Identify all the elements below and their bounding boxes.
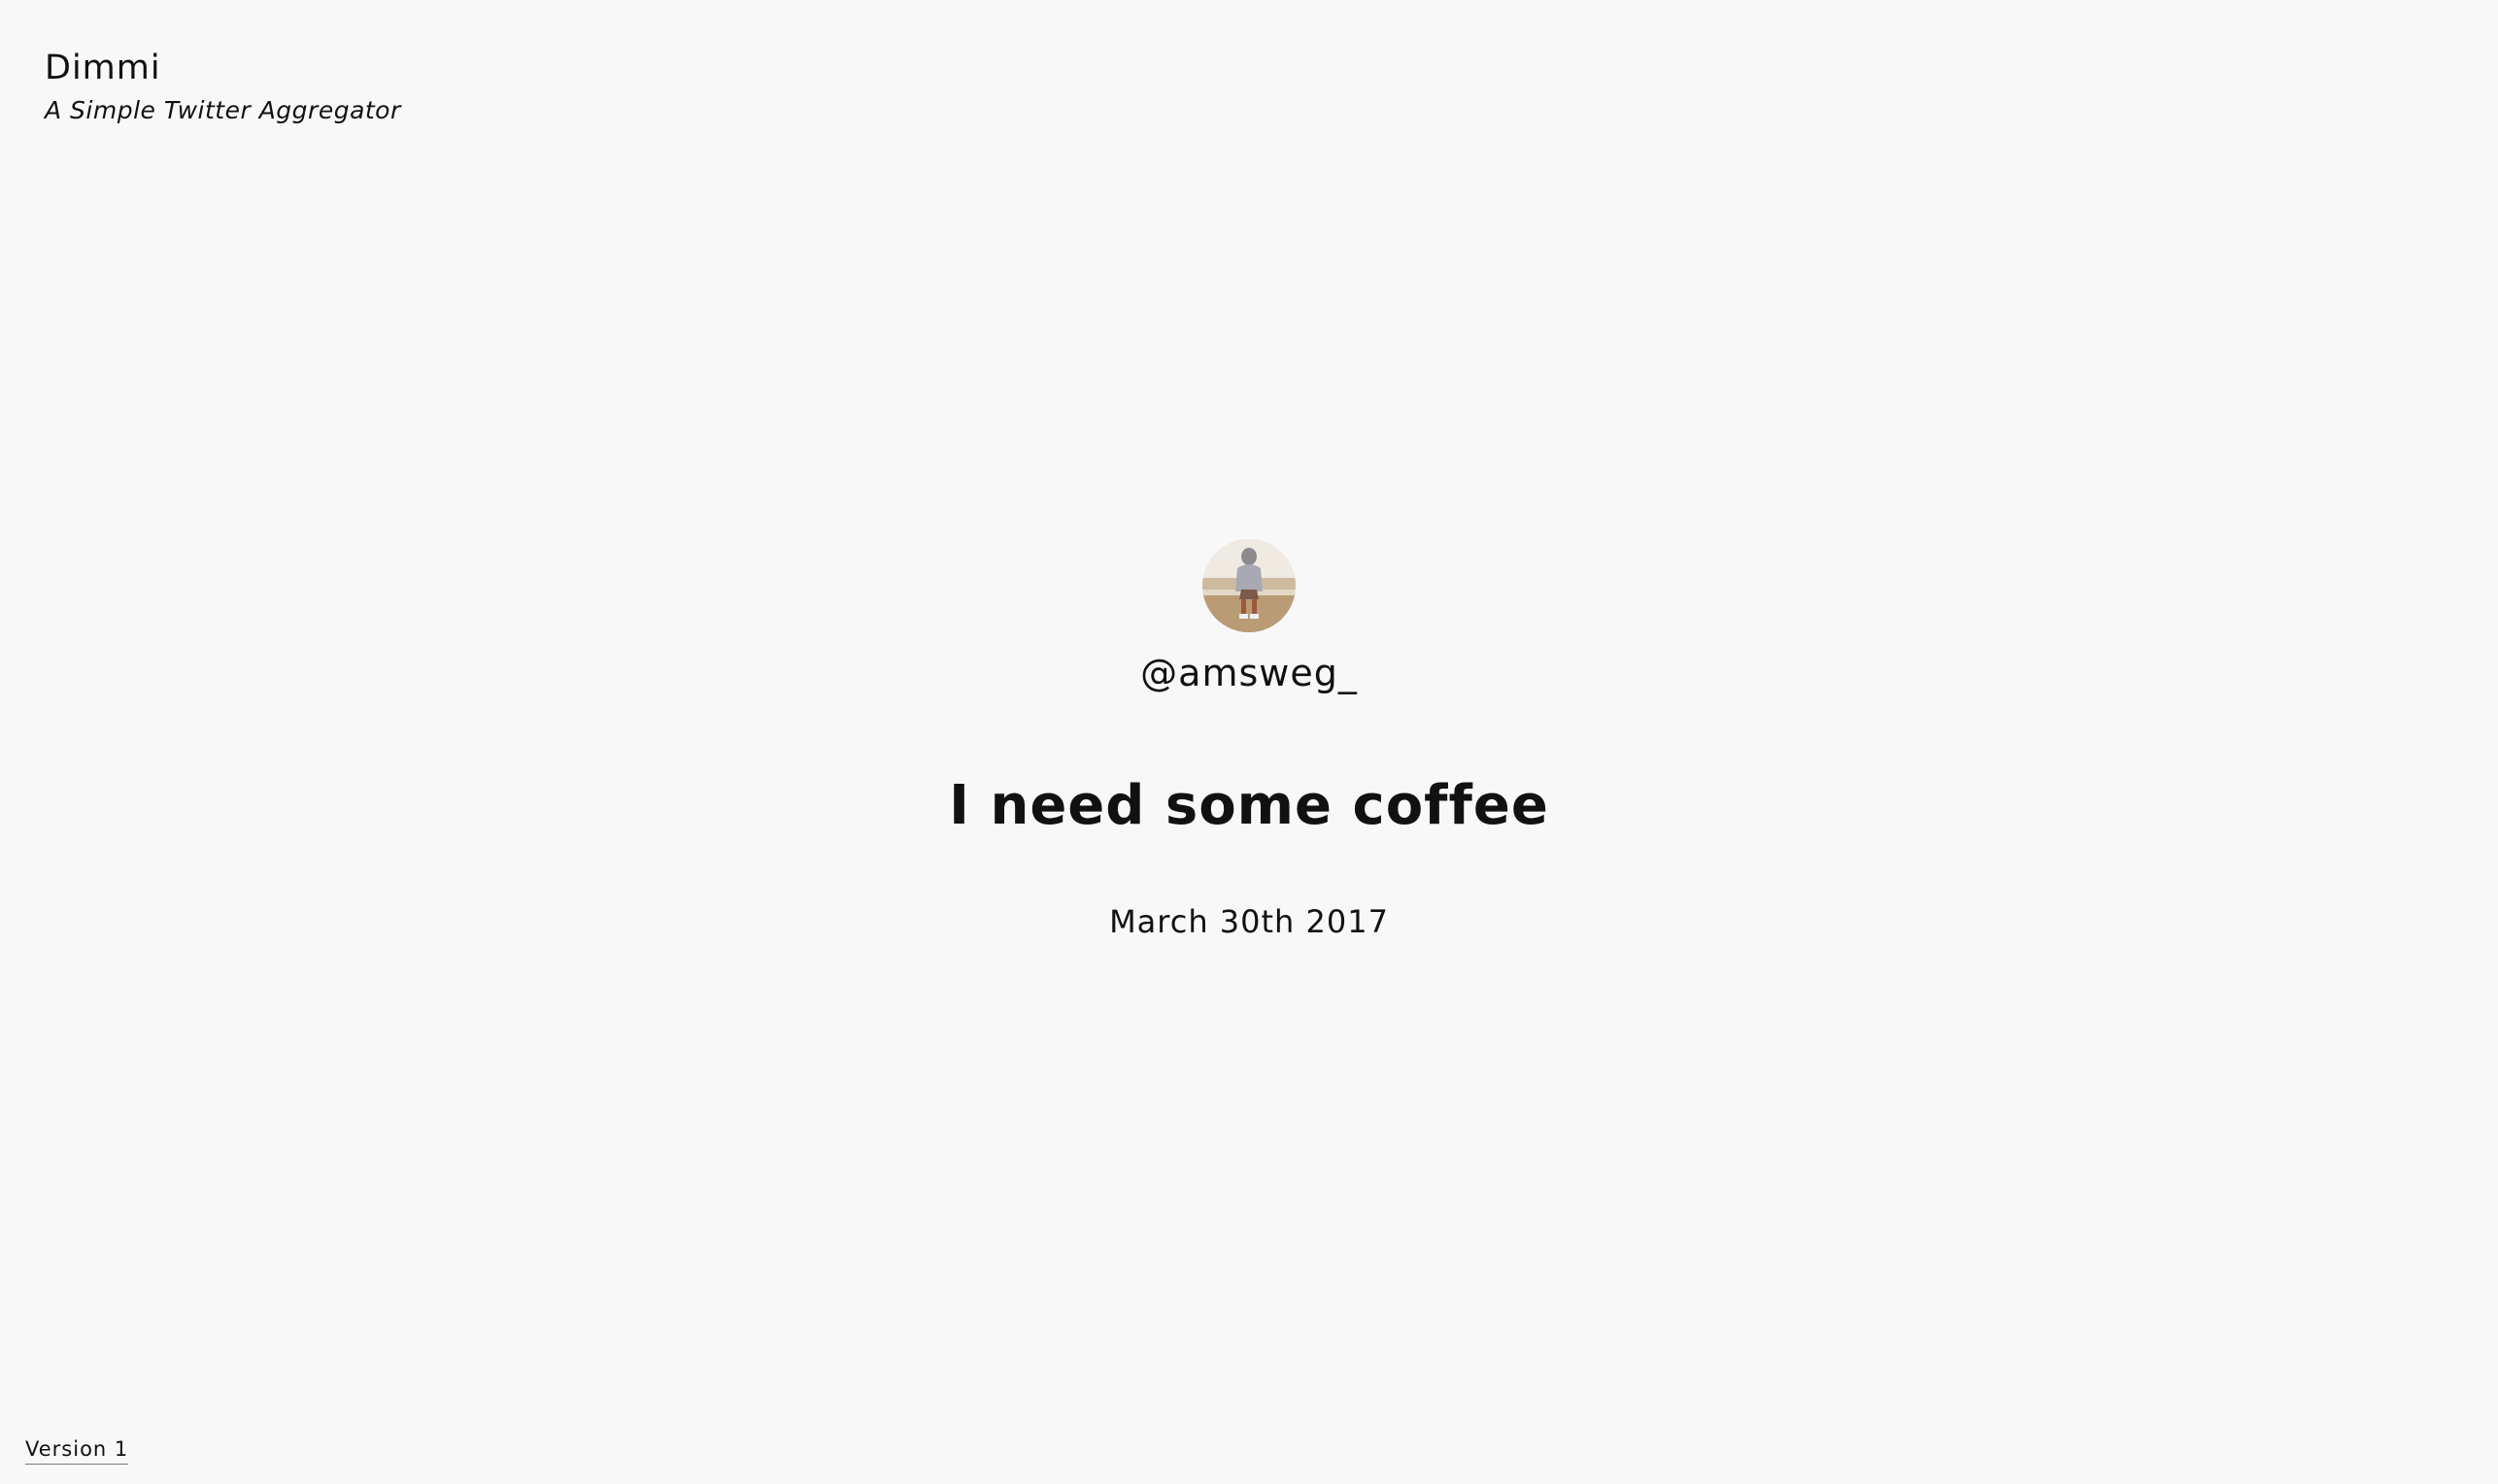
avatar[interactable] (1202, 539, 1296, 632)
tweet-card: @amsweg_ I need some coffee March 30th 2… (0, 539, 2498, 943)
tweet-text: I need some coffee (949, 774, 1549, 837)
user-avatar-icon (1202, 539, 1296, 632)
app-title: Dimmi (45, 49, 161, 87)
tweet-handle[interactable]: @amsweg_ (1140, 648, 1358, 698)
app-tagline: A Simple Twitter Aggregator (45, 96, 401, 124)
tweet-date: March 30th 2017 (1109, 903, 1389, 940)
app-header: Dimmi A Simple Twitter Aggregator (45, 45, 401, 128)
version-link[interactable]: Version 1 (25, 1435, 129, 1465)
